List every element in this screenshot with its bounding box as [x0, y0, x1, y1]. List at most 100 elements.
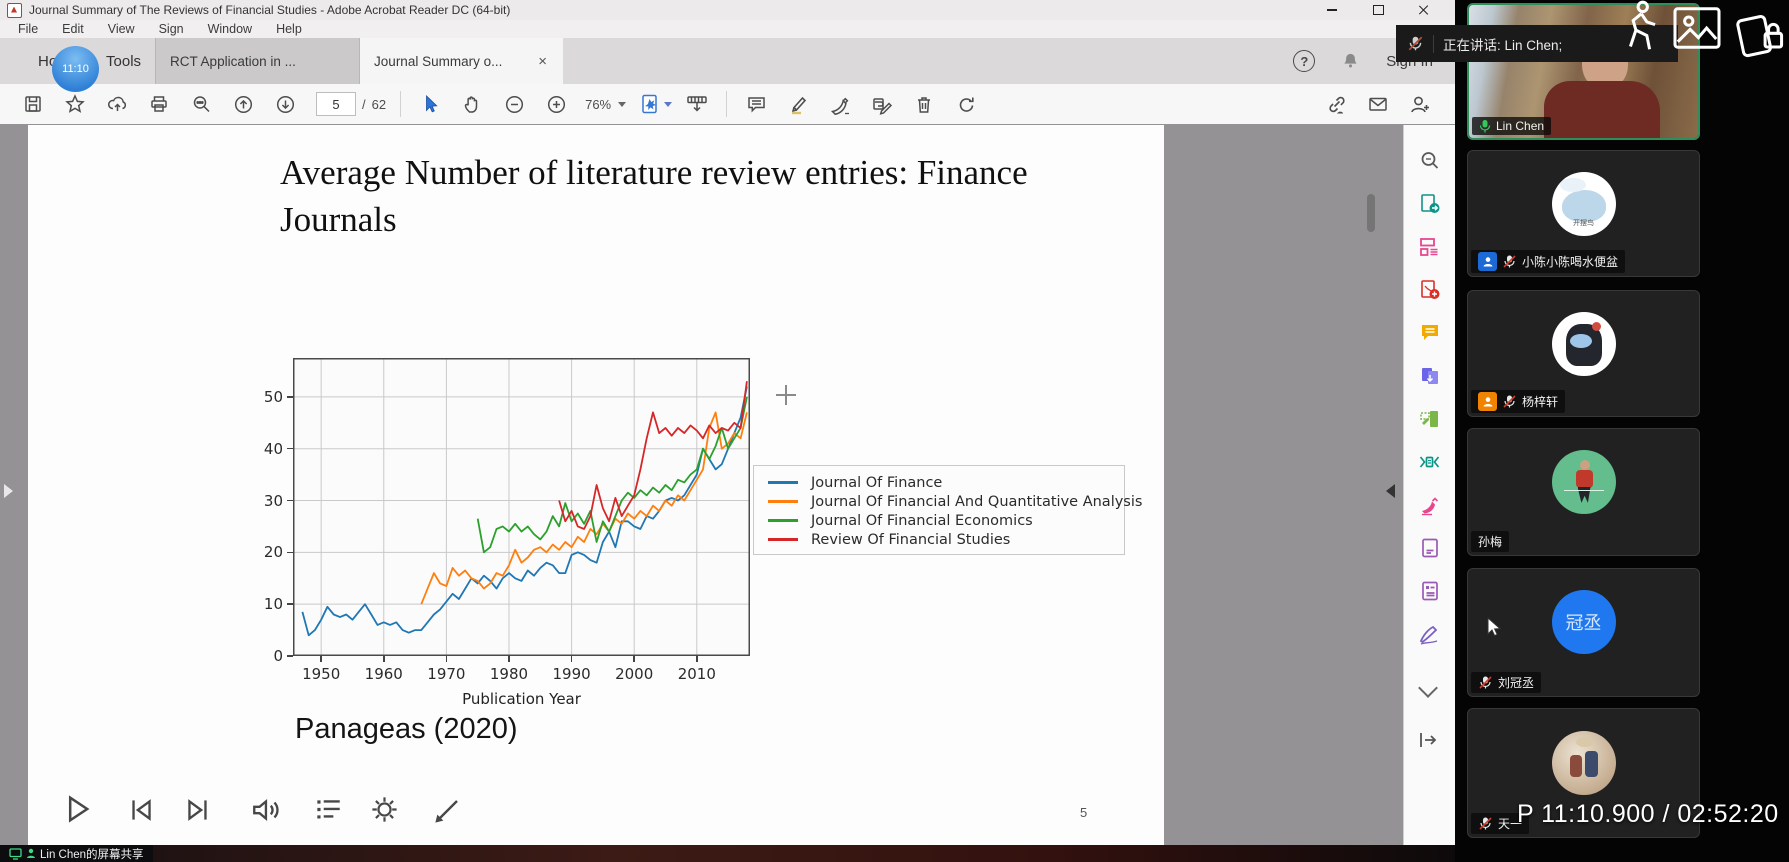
maximize-button[interactable]: [1355, 0, 1401, 20]
doc-tab-rct[interactable]: RCT Application in ...: [155, 38, 359, 84]
participant-tile-liuguancheng[interactable]: 冠丞 刘冠丞: [1467, 568, 1700, 697]
refresh-tool-button[interactable]: [945, 87, 987, 121]
pen-line-icon: [432, 796, 462, 826]
avatar: [1552, 450, 1616, 514]
previous-track-button[interactable]: [125, 794, 157, 831]
export-doc-button[interactable]: [1417, 536, 1443, 560]
playlist-button[interactable]: [312, 794, 344, 831]
toolbar-pin-button[interactable]: [676, 87, 718, 121]
zoom-level-dropdown[interactable]: 76%: [585, 97, 626, 112]
mail-icon: [1367, 94, 1389, 114]
right-panel-collapse-icon[interactable]: [1386, 484, 1395, 498]
y-tick-mark: [287, 448, 293, 450]
menu-sign[interactable]: Sign: [159, 22, 184, 36]
star-button[interactable]: [54, 87, 96, 121]
zoom-out-button[interactable]: [493, 87, 535, 121]
window-title: Journal Summary of The Reviews of Financ…: [29, 3, 510, 17]
tab-close-icon[interactable]: ×: [536, 53, 549, 70]
draw-tool-button[interactable]: [1417, 622, 1443, 646]
participant-name: Lin Chen: [1496, 119, 1544, 133]
slide-page-number: 5: [1080, 805, 1087, 820]
tab-tools[interactable]: Tools: [92, 38, 155, 84]
search-document-button[interactable]: [1417, 149, 1443, 173]
delete-tool-button[interactable]: [903, 87, 945, 121]
close-button[interactable]: [1401, 0, 1447, 20]
page-number-input[interactable]: 5: [316, 92, 356, 116]
email-button[interactable]: [1357, 87, 1399, 121]
participant-tile-yangzixuan[interactable]: 杨梓轩: [1467, 290, 1700, 417]
volume-button[interactable]: [250, 794, 284, 831]
export-pdf-button[interactable]: [1417, 192, 1443, 216]
x-tick-label: 1960: [359, 665, 409, 683]
vertical-scrollbar[interactable]: [1367, 194, 1375, 232]
next-page-button[interactable]: [264, 87, 306, 121]
stamp-tool-button[interactable]: [861, 87, 903, 121]
share-cloud-button[interactable]: [96, 87, 138, 121]
zoom-in-icon: [546, 94, 567, 115]
hand-tool-button[interactable]: [451, 87, 493, 121]
prepare-form-button[interactable]: [1417, 579, 1443, 603]
device-lock-icon[interactable]: [1736, 10, 1786, 58]
save-button[interactable]: [12, 87, 54, 121]
share-link-button[interactable]: [1315, 87, 1357, 121]
notifications-bell-icon[interactable]: [1341, 51, 1360, 71]
pen-tool-button[interactable]: [432, 796, 462, 831]
previous-page-button[interactable]: [222, 87, 264, 121]
menu-window[interactable]: Window: [208, 22, 252, 36]
y-tick-mark: [287, 500, 293, 502]
search-tools-button[interactable]: [180, 87, 222, 121]
page-down-icon: [275, 94, 296, 115]
skip-back-icon: [125, 794, 157, 826]
person-walking-icon[interactable]: [1616, 0, 1664, 52]
participant-tile-xiaochen[interactable]: 开摆鸟 小陈小陈喝水便盆: [1467, 150, 1700, 277]
combine-files-button[interactable]: [1417, 364, 1443, 388]
next-track-button[interactable]: [182, 794, 214, 831]
page-display-button[interactable]: [634, 87, 676, 121]
y-tick-mark: [287, 655, 293, 657]
play-button[interactable]: [60, 792, 94, 831]
sign-tool-button[interactable]: [819, 87, 861, 121]
participant-tile-lin-chen[interactable]: Lin Chen: [1467, 3, 1700, 140]
highlight-tool-button[interactable]: [777, 87, 819, 121]
doc-tab-journal-summary[interactable]: Journal Summary o... ×: [359, 38, 563, 84]
screen: Journal Summary of The Reviews of Financ…: [0, 0, 1789, 862]
help-icon[interactable]: ?: [1293, 50, 1315, 72]
printer-icon: [149, 94, 169, 114]
minimize-button[interactable]: [1309, 0, 1355, 20]
comment-tool-button[interactable]: [735, 87, 777, 121]
fountain-pen-icon: [829, 94, 851, 115]
menu-file[interactable]: File: [18, 22, 38, 36]
zoom-in-button[interactable]: [535, 87, 577, 121]
title-bar: Journal Summary of The Reviews of Financ…: [0, 0, 1455, 20]
citation-text: Panageas (2020): [295, 713, 518, 746]
page-up-icon: [233, 94, 254, 115]
menu-help[interactable]: Help: [276, 22, 302, 36]
comment-panel-button[interactable]: [1417, 321, 1443, 345]
left-panel-expand-icon[interactable]: [4, 484, 13, 498]
edit-pdf-button[interactable]: [1417, 407, 1443, 431]
add-person-button[interactable]: [1399, 87, 1441, 121]
image-icon[interactable]: [1672, 6, 1722, 50]
menu-view[interactable]: View: [108, 22, 135, 36]
participant-tile-sunmei[interactable]: 孙梅: [1467, 428, 1700, 556]
fill-sign-button[interactable]: [1417, 493, 1443, 517]
mic-muted-icon: [1502, 394, 1517, 409]
compress-pdf-button[interactable]: [1417, 450, 1443, 474]
select-tool-button[interactable]: [409, 87, 451, 121]
link-icon: [1325, 94, 1348, 115]
settings-button[interactable]: [368, 793, 401, 831]
create-pdf-button[interactable]: [1417, 278, 1443, 302]
chart-plot: [293, 358, 750, 656]
organize-pages-button[interactable]: [1417, 235, 1443, 259]
open-panel-icon: [1418, 731, 1438, 749]
rotate-icon: [956, 94, 977, 115]
player-time-bubble[interactable]: 11:10: [52, 46, 99, 92]
player-head-art: [1580, 460, 1590, 470]
print-button[interactable]: [138, 87, 180, 121]
audio-participant-badge: [1478, 392, 1497, 411]
person-icon: [1482, 396, 1494, 408]
select-cursor-icon: [420, 94, 440, 114]
participant-name: 小陈小陈喝水便盆: [1522, 253, 1618, 270]
menu-edit[interactable]: Edit: [62, 22, 84, 36]
y-tick-label: 0: [233, 647, 283, 665]
